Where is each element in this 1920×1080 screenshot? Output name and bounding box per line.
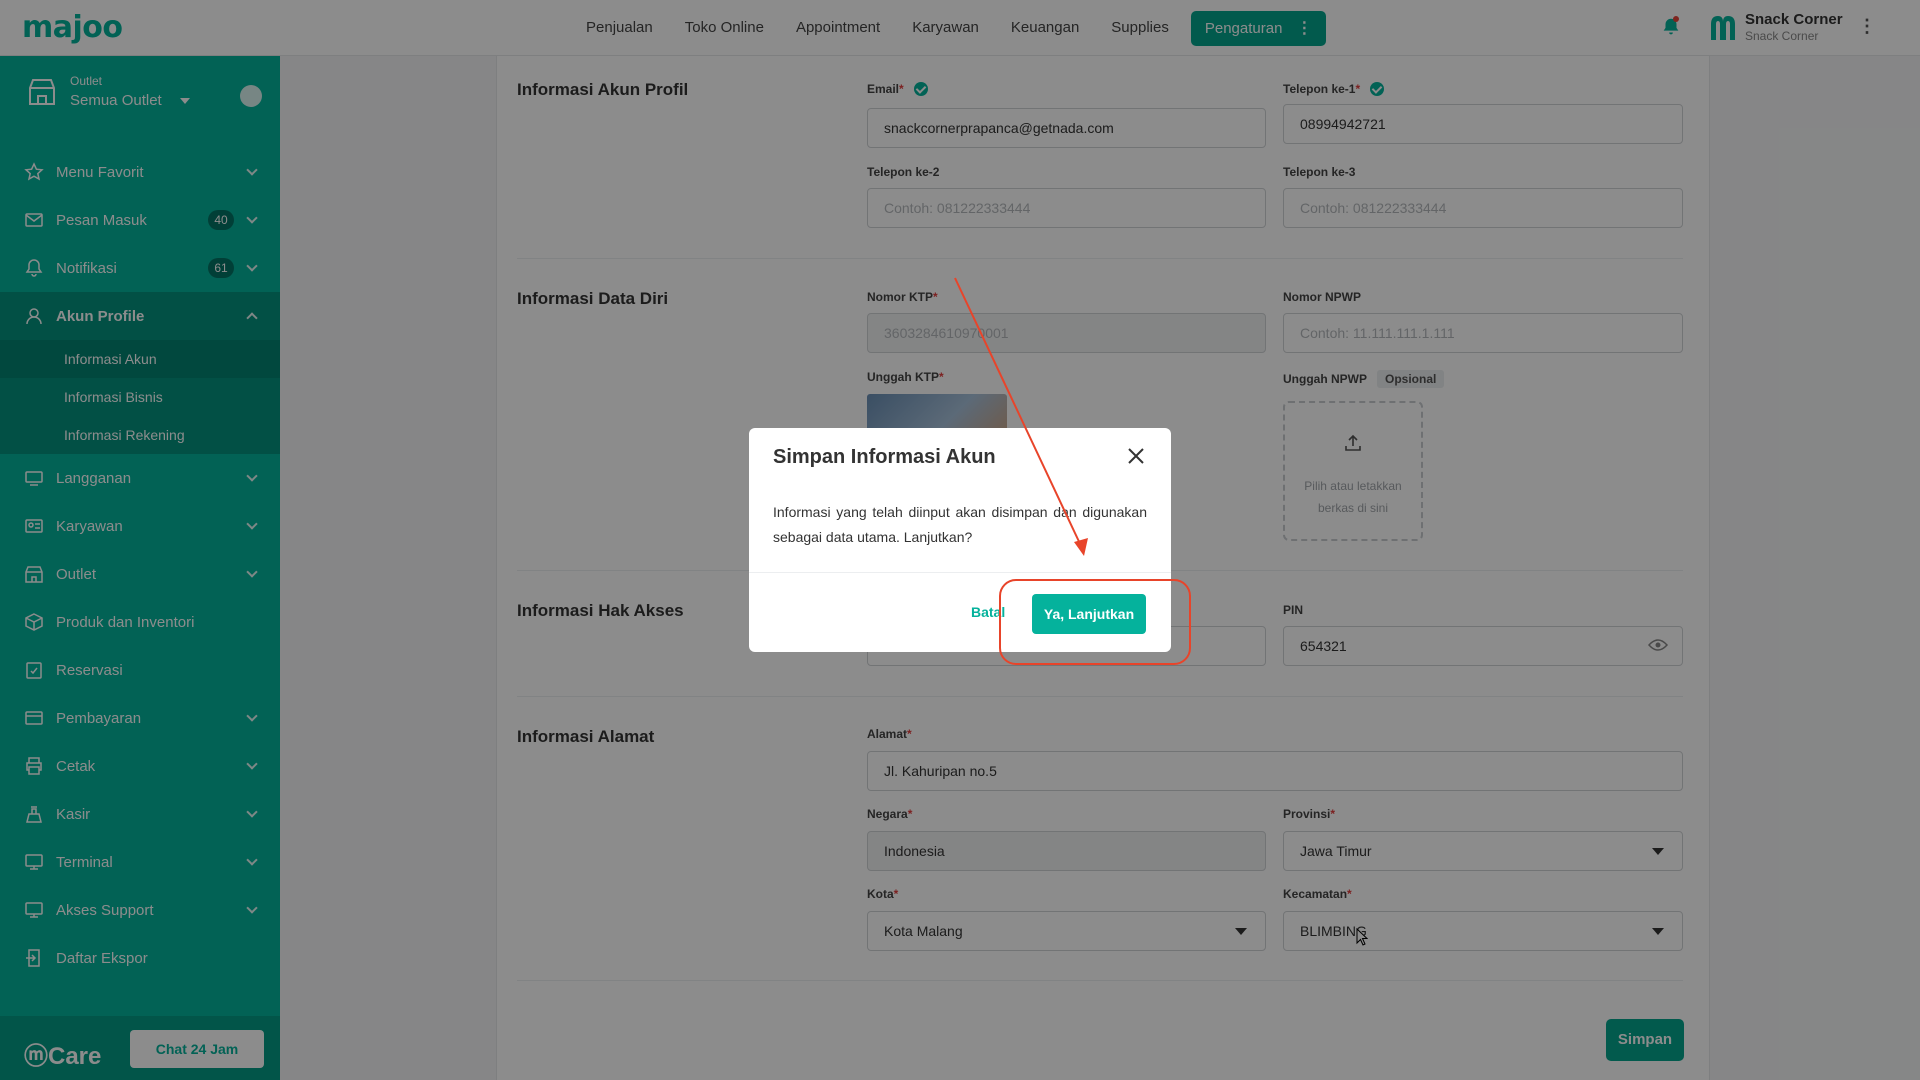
confirm-save-dialog: Simpan Informasi Akun Informasi yang tel… <box>749 428 1171 652</box>
confirm-button[interactable]: Ya, Lanjutkan <box>1032 594 1146 634</box>
cancel-button[interactable]: Batal <box>971 604 1005 620</box>
dialog-title: Simpan Informasi Akun <box>773 446 996 468</box>
dialog-divider <box>749 572 1171 573</box>
dialog-message: Informasi yang telah diinput akan disimp… <box>773 504 1147 545</box>
close-icon[interactable] <box>1124 444 1148 468</box>
